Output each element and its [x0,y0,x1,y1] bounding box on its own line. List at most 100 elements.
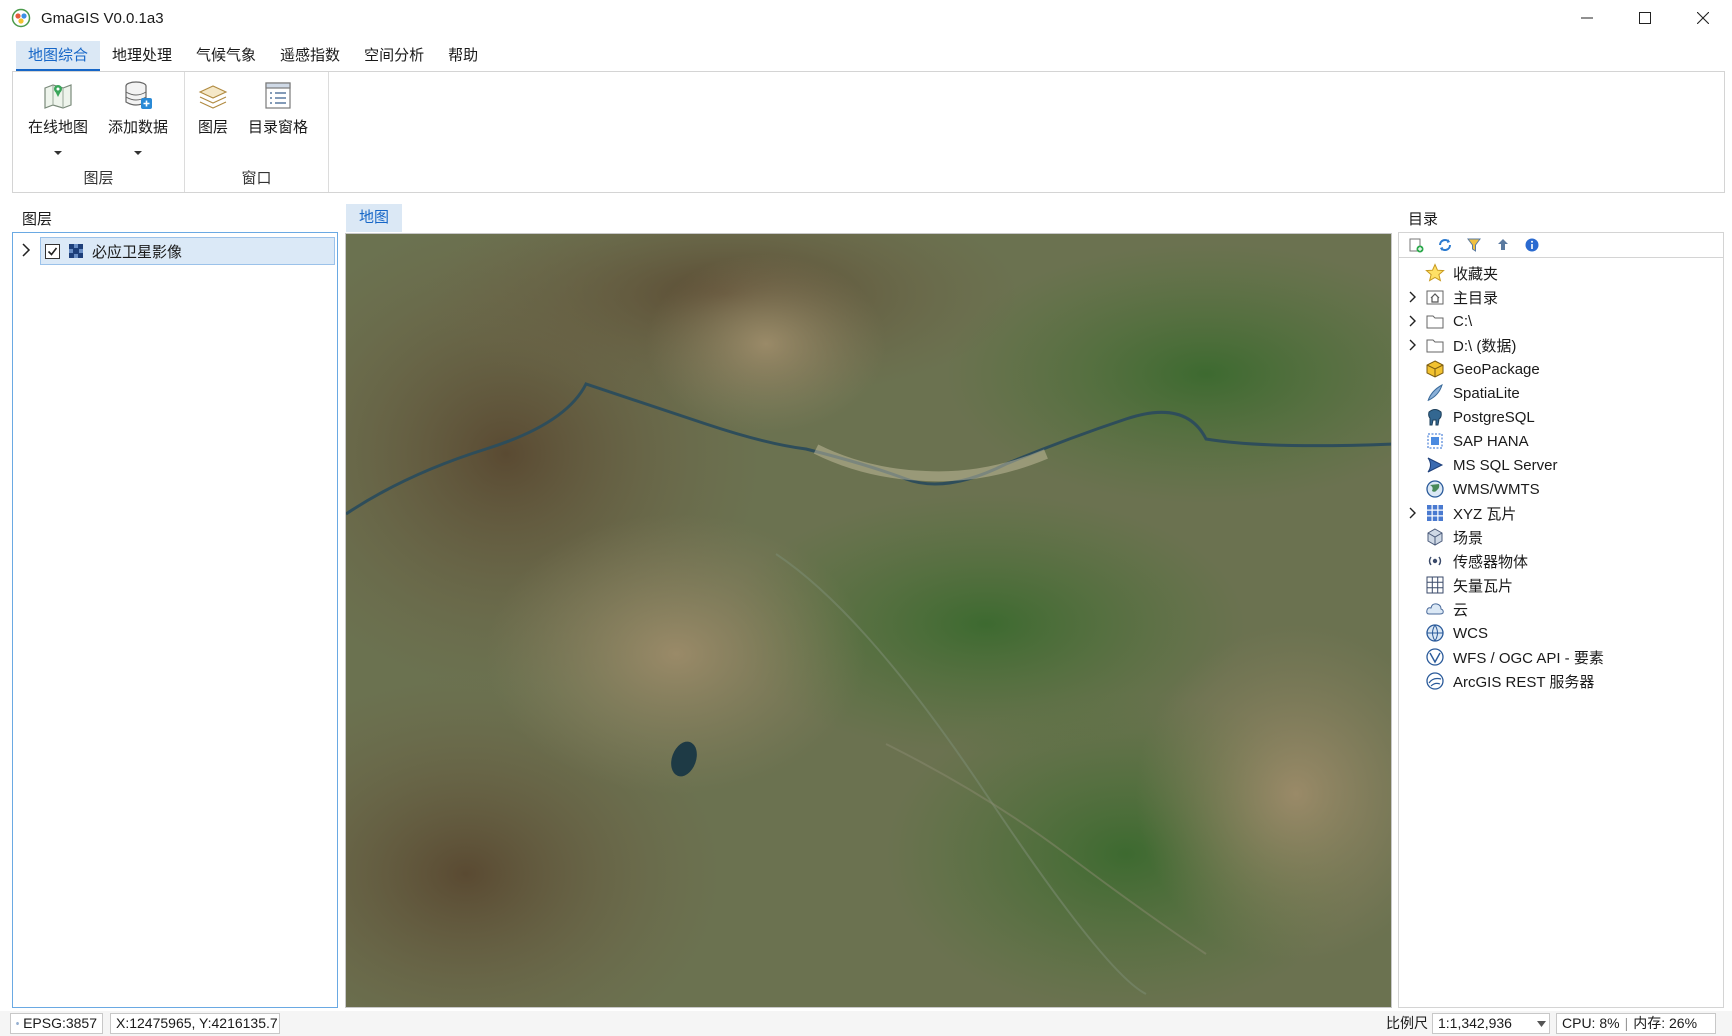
arcgis-icon [1426,672,1444,690]
layers-panel-title: 图层 [22,211,53,228]
folder-icon [1426,339,1444,353]
chevron-down-icon [54,151,62,155]
tab-geoprocessing[interactable]: 地理处理 [100,41,184,71]
hana-icon [1427,433,1443,449]
info-button[interactable] [1523,236,1541,254]
refresh-icon [1439,239,1451,251]
add-favorite-button[interactable] [1407,236,1425,254]
catalog-item-label: GeoPackage [1453,360,1540,378]
chevron-right-icon[interactable] [1407,507,1419,519]
catalog-item-ms-sql[interactable]: MS SQL Server [1399,453,1719,477]
wfs-icon [1426,648,1444,666]
catalog-item-label: C:\ [1453,312,1473,330]
app-title: GmaGIS V0.0.1a3 [41,9,164,27]
catalog-item-label: 云 [1453,601,1469,619]
catalog-item-spatialite[interactable]: SpatiaLite [1399,381,1719,405]
catalog-item-label: 传感器物体 [1453,553,1529,571]
ribbon-panel: 在线地图 添加数据 图层 图层 目录窗格 窗口 [12,71,1725,193]
close-button[interactable] [1674,0,1732,36]
globe-icon [1426,624,1444,642]
group-label-layers: 图层 [83,170,114,187]
chevron-down-icon [1537,1021,1546,1027]
catalog-item-xyz[interactable]: XYZ 瓦片 [1399,501,1719,525]
layers-pane-label: 图层 [197,119,228,136]
catalog-item-wcs[interactable]: WCS [1399,621,1719,645]
catalog-item-sensor[interactable]: 传感器物体 [1399,549,1719,573]
resource-monitor: CPU: 8% | 内存: 26% [1556,1013,1716,1034]
chevron-right-icon[interactable] [1407,291,1419,303]
catalog-item-vector-tiles[interactable]: 矢量瓦片 [1399,573,1719,597]
collapse-all-button[interactable] [1494,236,1512,254]
tab-help[interactable]: 帮助 [436,41,490,71]
sensor-icon [1428,556,1442,566]
catalog-pane-label: 目录窗格 [247,119,308,136]
chevron-right-icon[interactable] [1407,339,1419,351]
satellite-imagery [346,234,1391,1007]
minimize-icon [1581,17,1593,19]
star-icon [1425,263,1445,282]
catalog-item-label: WMS/WMTS [1453,480,1540,498]
online-map-icon [44,84,72,109]
layer-name: 必应卫星影像 [92,243,183,261]
maximize-icon [1639,12,1651,24]
minimize-button[interactable] [1558,0,1616,36]
chevron-right-icon[interactable] [1407,315,1419,327]
crs-label: EPSG:3857 [23,1015,97,1031]
online-map-button[interactable]: 在线地图 [25,78,91,155]
catalog-item-favorites[interactable]: 收藏夹 [1399,261,1719,285]
cloud-icon [1426,603,1444,615]
catalog-item-label: 收藏夹 [1453,265,1499,283]
filter-icon [1467,238,1481,252]
vector-tiles-icon [1426,576,1444,594]
catalog-item-home[interactable]: 主目录 [1399,285,1719,309]
maximize-button[interactable] [1616,0,1674,36]
filter-button[interactable] [1465,236,1483,254]
catalog-item-label: WCS [1453,624,1488,642]
add-data-label: 添加数据 [107,119,168,136]
catalog-item-sap-hana[interactable]: SAP HANA [1399,429,1719,453]
add-folder-icon [1409,238,1424,253]
catalog-item-geopackage[interactable]: GeoPackage [1399,357,1719,381]
catalog-toolbar [1398,232,1724,258]
catalog-item-drive-d[interactable]: D:\ (数据) [1399,333,1719,357]
catalog-item-label: WFS / OGC API - 要素 [1453,649,1604,667]
close-icon [1697,12,1709,24]
scale-combobox[interactable]: 1:1,342,936 [1432,1013,1550,1034]
folder-icon [1426,315,1444,329]
catalog-item-drive-c[interactable]: C:\ [1399,309,1719,333]
memory-usage: 内存: 26% [1633,1015,1698,1031]
layer-visibility-checkbox[interactable] [45,243,60,259]
tab-remote-sensing[interactable]: 遥感指数 [268,41,352,71]
status-bar: EPSG:3857 X:12475965, Y:4216135.7 比例尺 1:… [0,1011,1732,1036]
tab-map-view[interactable]: 地图 [346,204,402,232]
catalog-item-label: SAP HANA [1453,432,1529,450]
catalog-item-arcgis-rest[interactable]: ArcGIS REST 服务器 [1399,669,1719,693]
catalog-item-label: 矢量瓦片 [1453,577,1514,595]
tab-map-general[interactable]: 地图综合 [16,41,101,71]
raster-layer-icon [69,244,83,258]
elephant-icon [1428,409,1442,426]
layers-pane-button[interactable]: 图层 [191,78,235,137]
catalog-item-label: D:\ (数据) [1453,337,1517,355]
catalog-item-label: MS SQL Server [1453,456,1558,474]
cube-icon [1427,528,1443,546]
sqlserver-icon [1427,457,1444,473]
globe-icon [1426,480,1444,498]
catalog-item-postgresql[interactable]: PostgreSQL [1399,405,1719,429]
crs-indicator[interactable]: EPSG:3857 [10,1013,103,1034]
catalog-item-wms[interactable]: WMS/WMTS [1399,477,1719,501]
map-canvas[interactable] [345,233,1392,1008]
catalog-item-scene[interactable]: 场景 [1399,525,1719,549]
add-data-button[interactable]: 添加数据 [105,78,171,155]
feather-icon [1427,383,1443,402]
refresh-button[interactable] [1436,236,1454,254]
chevron-right-icon[interactable] [19,243,33,257]
catalog-item-wfs[interactable]: WFS / OGC API - 要素 [1399,645,1719,669]
layer-row-bing-satellite[interactable]: 必应卫星影像 [40,237,335,265]
catalog-pane-button[interactable]: 目录窗格 [245,78,311,137]
catalog-item-label: 主目录 [1453,289,1499,307]
tab-spatial-analysis[interactable]: 空间分析 [352,41,436,71]
catalog-item-cloud[interactable]: 云 [1399,597,1719,621]
grid-icon [1427,505,1443,521]
tab-climate[interactable]: 气候气象 [184,41,268,71]
